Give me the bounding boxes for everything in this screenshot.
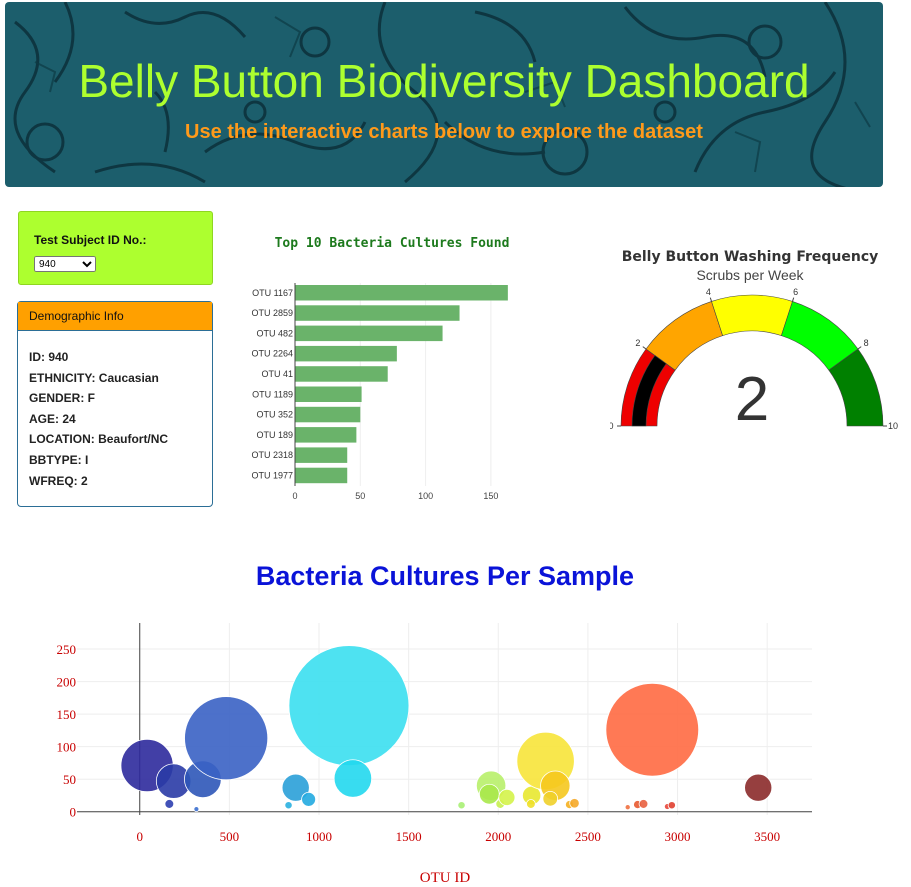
bar [295,467,348,484]
bubble-point [457,801,466,810]
demographic-info-panel: Demographic Info ID: 940 ETHNICITY: Cauc… [17,301,213,507]
demo-id: ID: 940 [29,350,69,364]
bubble-x-tick-label: 3000 [665,829,691,844]
bubble-point [301,791,317,807]
subject-selector-label: Test Subject ID No.: [34,233,147,247]
demo-ethnicity: ETHNICITY: Caucasian [29,370,159,385]
bubble-point [526,799,536,809]
bubble-point [638,799,649,809]
gauge-tick [792,297,795,302]
bubble-point [478,783,500,805]
bubble-x-tick-label: 1000 [306,829,332,844]
bubble-point [164,799,175,809]
bar-x-tick-label: 150 [483,491,498,501]
bubble-point [333,759,373,798]
demographic-info-body: ID: 940 ETHNICITY: Caucasian GENDER: F A… [18,331,212,491]
gauge-tick-label: 2 [635,338,640,348]
bubble-point [193,806,200,813]
bubble-x-tick-label: 500 [220,829,240,844]
gauge-band [711,294,793,337]
bar-category-label: OTU 482 [256,328,293,338]
bubble-point [184,696,269,781]
bubble-y-tick-label: 0 [70,805,77,820]
bubble-y-tick-label: 250 [57,642,77,657]
demo-location: LOCATION: Beaufort/NC [29,432,169,447]
bubble-y-tick-label: 150 [57,707,77,722]
bubble-point [744,773,773,802]
gauge-tick [709,297,712,302]
top10-bar-chart: Top 10 Bacteria Cultures Found 0 50 100 150 O… [251,236,510,501]
demo-wfreq: WFREQ: 2 [29,473,88,488]
bubble-point [542,790,559,807]
bar [295,427,357,443]
bar-category-label: OTU 1977 [251,470,293,480]
gauge-tick [857,346,862,350]
bubble-x-tick-label: 2500 [575,829,601,844]
bar-category-label: OTU 2859 [251,308,293,318]
washing-frequency-gauge: Belly Button Washing Frequency Scrubs per… [610,249,898,434]
demo-gender: GENDER: F [29,391,95,406]
gauge-tick-label: 8 [864,338,869,348]
bar [295,386,362,402]
subject-id-dropdown[interactable]: 940 [34,256,96,272]
bar-category-label: OTU 189 [256,430,293,440]
bar-category-label: OTU 41 [261,369,293,379]
bubble-y-tick-label: 50 [63,772,76,787]
demo-bbtype: BBTYPE: I [29,452,89,467]
demo-age: AGE: 24 [29,411,76,426]
bar [295,345,397,362]
demographic-info-heading: Demographic Info [18,302,212,331]
bar [295,305,460,321]
bubble-point [605,682,700,777]
bubble-point [667,801,676,810]
bar [295,447,348,463]
bar-category-label: OTU 1189 [252,389,293,399]
bubble-point [569,798,580,809]
bar-category-label: OTU 1167 [252,288,293,298]
gauge-tick-label: 10 [888,421,898,431]
bubble-point [288,645,410,767]
bar-chart-title: Top 10 Bacteria Cultures Found [275,236,510,251]
page-title: Belly Button Biodiversity Dashboard [78,55,810,107]
bar [295,406,361,423]
bubble-chart-title: Bacteria Cultures Per Sample [256,561,634,591]
bubble-point [498,788,516,806]
bar-x-tick-label: 100 [418,491,433,501]
bubble-y-tick-label: 100 [57,740,77,755]
bar-category-label: OTU 2264 [251,349,293,359]
page-subtitle: Use the interactive charts below to expl… [185,121,703,143]
bar-x-tick-label: 0 [292,491,297,501]
bar-category-label: OTU 352 [256,410,293,420]
bar-category-label: OTU 2318 [251,450,293,460]
bar [295,325,443,342]
subject-selector-panel: Test Subject ID No.: 940 [18,211,213,285]
bubble-y-tick-label: 200 [57,675,77,690]
gauge-tick-label: 4 [706,287,711,297]
bubble-point [624,804,631,811]
bubble-x-tick-label: 0 [136,829,143,844]
bubble-chart: Bacteria Cultures Per Sample0 500 1000 1500… [57,561,812,886]
gauge-title: Belly Button Washing Frequency [622,249,879,265]
bubble-x-tick-label: 1500 [396,829,422,844]
bar-x-tick-label: 50 [355,491,365,501]
gauge-tick-label: 0 [610,421,614,431]
bubble-x-tick-label: 3500 [754,829,780,844]
gauge-value-number: 2 [735,365,769,434]
header-banner: Belly Button Biodiversity Dashboard Use … [5,2,883,187]
gauge-tick-label: 6 [793,287,798,297]
bubble-point [284,801,293,810]
bar [295,285,508,301]
gauge-tick [642,346,647,350]
gauge-subtitle: Scrubs per Week [696,267,804,283]
bar [295,366,388,382]
bubble-x-tick-label: 2000 [485,829,511,844]
bubble-x-axis-title: OTU ID [420,870,471,886]
